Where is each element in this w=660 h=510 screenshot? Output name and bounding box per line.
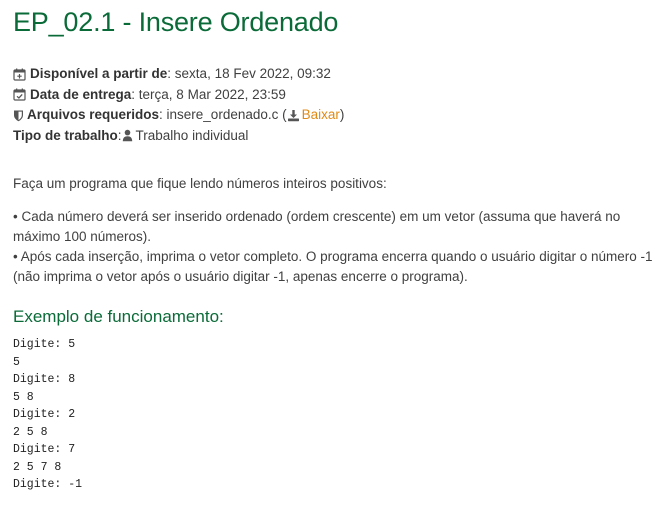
required-files-row: Arquivos requeridos: insere_ordenado.c (… bbox=[13, 105, 344, 126]
example-line: Digite: 2 bbox=[13, 408, 76, 421]
page-title: EP_02.1 - Insere Ordenado bbox=[13, 7, 339, 37]
work-type-label: Tipo de trabalho bbox=[13, 127, 118, 143]
example-line: Digite: 8 bbox=[13, 373, 76, 386]
user-icon bbox=[122, 129, 133, 142]
download-link[interactable]: Baixar bbox=[302, 105, 340, 126]
example-output: Digite: 5 5 Digite: 8 5 8 Digite: 2 2 5 … bbox=[13, 336, 82, 494]
due-date-value: : terça, 8 Mar 2022, 23:59 bbox=[131, 86, 286, 102]
example-line: 5 8 bbox=[13, 390, 34, 404]
due-date-row: Data de entrega: terça, 8 Mar 2022, 23:5… bbox=[13, 85, 344, 106]
description-bullet-2: • Após cada inserção, imprima o vetor co… bbox=[13, 249, 653, 284]
required-files-value: : insere_ordenado.c ( bbox=[159, 107, 287, 122]
calendar-check-icon bbox=[13, 88, 26, 101]
shield-icon bbox=[13, 109, 24, 122]
assignment-description: Faça um programa que fique lendo números… bbox=[13, 174, 653, 287]
available-from-label: Disponível a partir de bbox=[30, 66, 168, 81]
example-line: Digite: -1 bbox=[13, 478, 83, 491]
download-icon[interactable] bbox=[287, 109, 300, 122]
due-date-label: Data de entrega bbox=[30, 86, 132, 102]
available-from-value: : sexta, 18 Fev 2022, 09:32 bbox=[167, 66, 331, 81]
example-line: 2 5 7 8 bbox=[13, 460, 62, 474]
required-files-close: ) bbox=[339, 107, 345, 122]
assignment-meta: Disponível a partir de: sexta, 18 Fev 20… bbox=[13, 64, 344, 146]
example-line: 2 5 8 bbox=[13, 425, 48, 439]
example-heading: Exemplo de funcionamento: bbox=[13, 307, 224, 326]
description-intro: Faça um programa que fique lendo números… bbox=[13, 176, 387, 191]
example-line: Digite: 5 bbox=[13, 338, 76, 351]
calendar-plus-icon bbox=[13, 68, 26, 81]
work-type-value: Trabalho individual bbox=[135, 127, 249, 143]
work-type-row: Tipo de trabalho: Trabalho individual bbox=[13, 126, 344, 147]
example-line: 5 bbox=[13, 355, 20, 369]
available-from-row: Disponível a partir de: sexta, 18 Fev 20… bbox=[13, 64, 344, 85]
description-bullet-1: • Cada número deverá ser inserido ordena… bbox=[13, 209, 621, 244]
example-line: Digite: 7 bbox=[13, 443, 76, 456]
required-files-label: Arquivos requeridos bbox=[27, 107, 160, 122]
